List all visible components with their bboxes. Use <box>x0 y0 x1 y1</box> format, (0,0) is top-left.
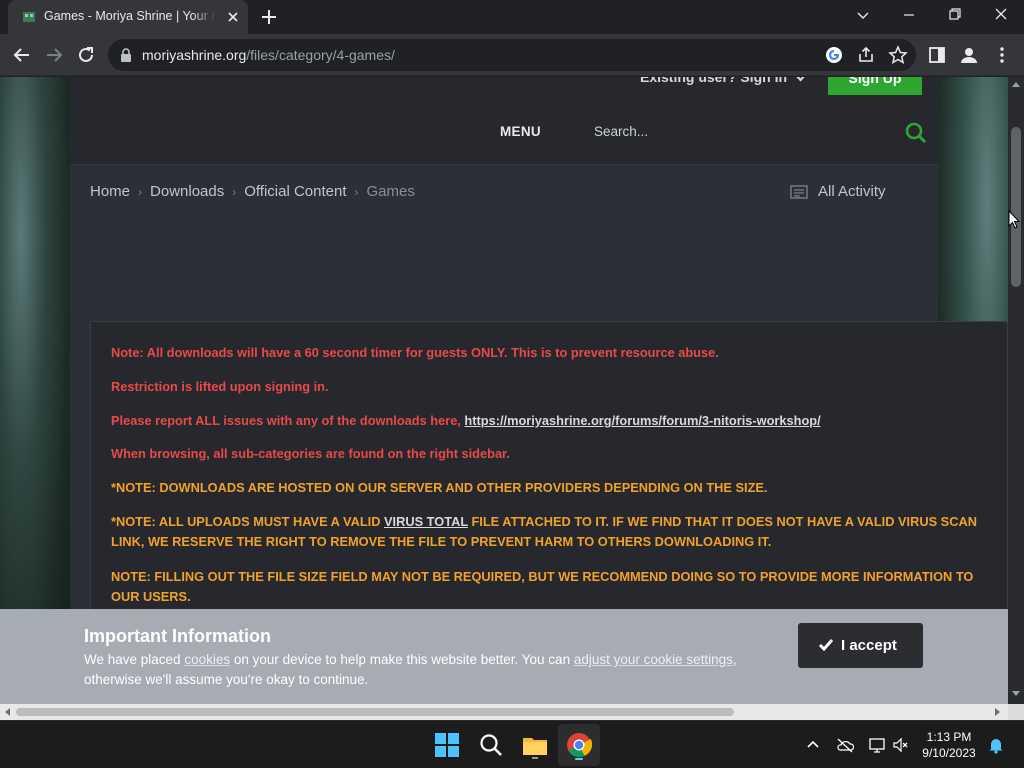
new-tab-icon[interactable] <box>259 7 279 27</box>
onedrive-icon[interactable] <box>836 736 854 754</box>
close-window-icon[interactable] <box>978 0 1024 32</box>
breadcrumb: Home › Downloads › Official Content › Games <box>90 183 415 203</box>
notice-line: Note: All downloads will have a 60 secon… <box>111 345 719 360</box>
accept-cookies-button[interactable]: I accept <box>798 623 923 668</box>
restore-icon[interactable] <box>932 0 978 32</box>
profile-avatar-icon[interactable] <box>959 45 979 65</box>
browser-menu-icon[interactable] <box>992 45 1012 65</box>
notice-text: Please report ALL issues with any of the… <box>111 413 465 428</box>
sign-in-link[interactable]: Existing user? Sign In <box>640 77 806 85</box>
scrollbar-corner <box>1008 704 1024 720</box>
search-icon[interactable] <box>476 730 506 760</box>
page-viewport: Existing user? Sign In Sign Up MENU Home… <box>0 77 1008 704</box>
url-text: moriyashrine.org/files/category/4-games/ <box>142 47 395 63</box>
scroll-right-icon[interactable] <box>995 708 1001 716</box>
browser-tab[interactable]: Games - Moriya Shrine | Your resource <box>8 0 248 34</box>
url-domain: moriyashrine.org <box>142 47 247 63</box>
cookie-settings-link[interactable]: adjust your cookie settings <box>574 652 733 667</box>
cookie-text: We have placed <box>84 652 185 667</box>
network-icon[interactable] <box>868 736 886 754</box>
notice-text: *NOTE: ALL UPLOADS MUST HAVE A VALID <box>111 514 385 529</box>
search-icon[interactable] <box>904 121 928 145</box>
browser-toolbar: moriyashrine.org/files/category/4-games/ <box>0 34 1024 76</box>
share-icon[interactable] <box>856 45 876 65</box>
breadcrumb-separator: › <box>138 185 143 199</box>
checkmark-icon <box>818 639 834 652</box>
scroll-up-icon[interactable] <box>1012 81 1020 87</box>
chrome-icon[interactable] <box>564 730 594 760</box>
back-icon[interactable] <box>10 43 34 67</box>
notice-line: Please report ALL issues with any of the… <box>111 411 981 431</box>
notice-line: NOTE: FILLING OUT THE FILE SIZE FIELD MA… <box>111 569 974 604</box>
breadcrumb-separator: › <box>232 185 237 199</box>
horizontal-scrollbar[interactable] <box>0 704 1008 720</box>
google-lens-icon[interactable] <box>824 45 844 65</box>
cookie-text: on your device to help make this website… <box>230 652 574 667</box>
forward-icon[interactable] <box>42 43 66 67</box>
scroll-down-icon[interactable] <box>1012 691 1020 697</box>
clock-date[interactable]: 9/10/2023 <box>918 746 980 760</box>
tab-strip: Games - Moriya Shrine | Your resource <box>0 0 1024 34</box>
minimize-icon[interactable] <box>886 0 932 32</box>
breadcrumb-separator: › <box>354 185 359 199</box>
sign-up-button[interactable]: Sign Up <box>828 77 922 95</box>
site-header: Existing user? Sign In Sign Up MENU <box>70 77 938 165</box>
breadcrumb-home[interactable]: Home <box>90 183 130 200</box>
breadcrumb-official-content[interactable]: Official Content <box>244 183 346 200</box>
breadcrumb-downloads[interactable]: Downloads <box>150 183 224 200</box>
mouse-cursor-icon <box>1008 210 1020 229</box>
notice-line: *NOTE: DOWNLOADS ARE HOSTED ON OUR SERVE… <box>111 480 768 495</box>
clock-time[interactable]: 1:13 PM <box>918 730 980 744</box>
windows-start-icon[interactable] <box>432 730 462 760</box>
tab-search-icon[interactable] <box>840 0 886 32</box>
taskbar: 1:13 PM 9/10/2023 <box>0 720 1024 768</box>
notice-line: *NOTE: ALL UPLOADS MUST HAVE A VALID VIR… <box>111 512 981 552</box>
notice-line: When browsing, all sub-categories are fo… <box>111 446 510 461</box>
volume-muted-icon[interactable] <box>892 736 910 754</box>
address-bar[interactable]: moriyashrine.org/files/category/4-games/ <box>108 39 916 71</box>
scroll-left-icon[interactable] <box>4 708 10 716</box>
tab-title: Games - Moriya Shrine | Your resource <box>44 9 216 25</box>
chevron-down-icon <box>796 77 805 82</box>
search-input[interactable] <box>594 119 894 143</box>
cookie-title: Important Information <box>84 626 271 646</box>
workshop-forum-link[interactable]: https://moriyashrine.org/forums/forum/3-… <box>464 413 820 428</box>
virus-total-link[interactable]: VIRUS TOTAL <box>384 514 468 529</box>
side-panel-icon[interactable] <box>927 45 947 65</box>
menu-button[interactable]: MENU <box>500 124 541 139</box>
vertical-scroll-thumb[interactable] <box>1011 127 1021 287</box>
sign-in-label: Existing user? Sign In <box>640 77 788 85</box>
chevron-up-icon[interactable] <box>804 736 822 754</box>
lock-icon[interactable] <box>120 48 132 62</box>
breadcrumb-current: Games <box>366 183 415 200</box>
close-tab-icon[interactable] <box>224 8 242 26</box>
notification-bell-icon[interactable] <box>987 736 1005 754</box>
activity-feed-icon <box>790 185 808 199</box>
site-favicon-icon <box>23 12 35 22</box>
reload-icon[interactable] <box>74 43 98 67</box>
cookie-banner: Important Information We have placed coo… <box>0 609 1008 704</box>
url-path: /files/category/4-games/ <box>246 47 395 63</box>
all-activity-label: All Activity <box>818 183 886 200</box>
cookie-message: We have placed cookies on your device to… <box>84 650 774 690</box>
vertical-scrollbar[interactable] <box>1008 77 1024 704</box>
notice-line: Restriction is lifted upon signing in. <box>111 379 329 394</box>
bookmark-star-icon[interactable] <box>888 45 908 65</box>
file-explorer-icon[interactable] <box>520 730 550 760</box>
horizontal-scroll-thumb[interactable] <box>16 708 734 716</box>
accept-label: I accept <box>841 637 897 654</box>
all-activity-link[interactable]: All Activity <box>790 183 886 200</box>
cookies-link[interactable]: cookies <box>184 652 230 667</box>
